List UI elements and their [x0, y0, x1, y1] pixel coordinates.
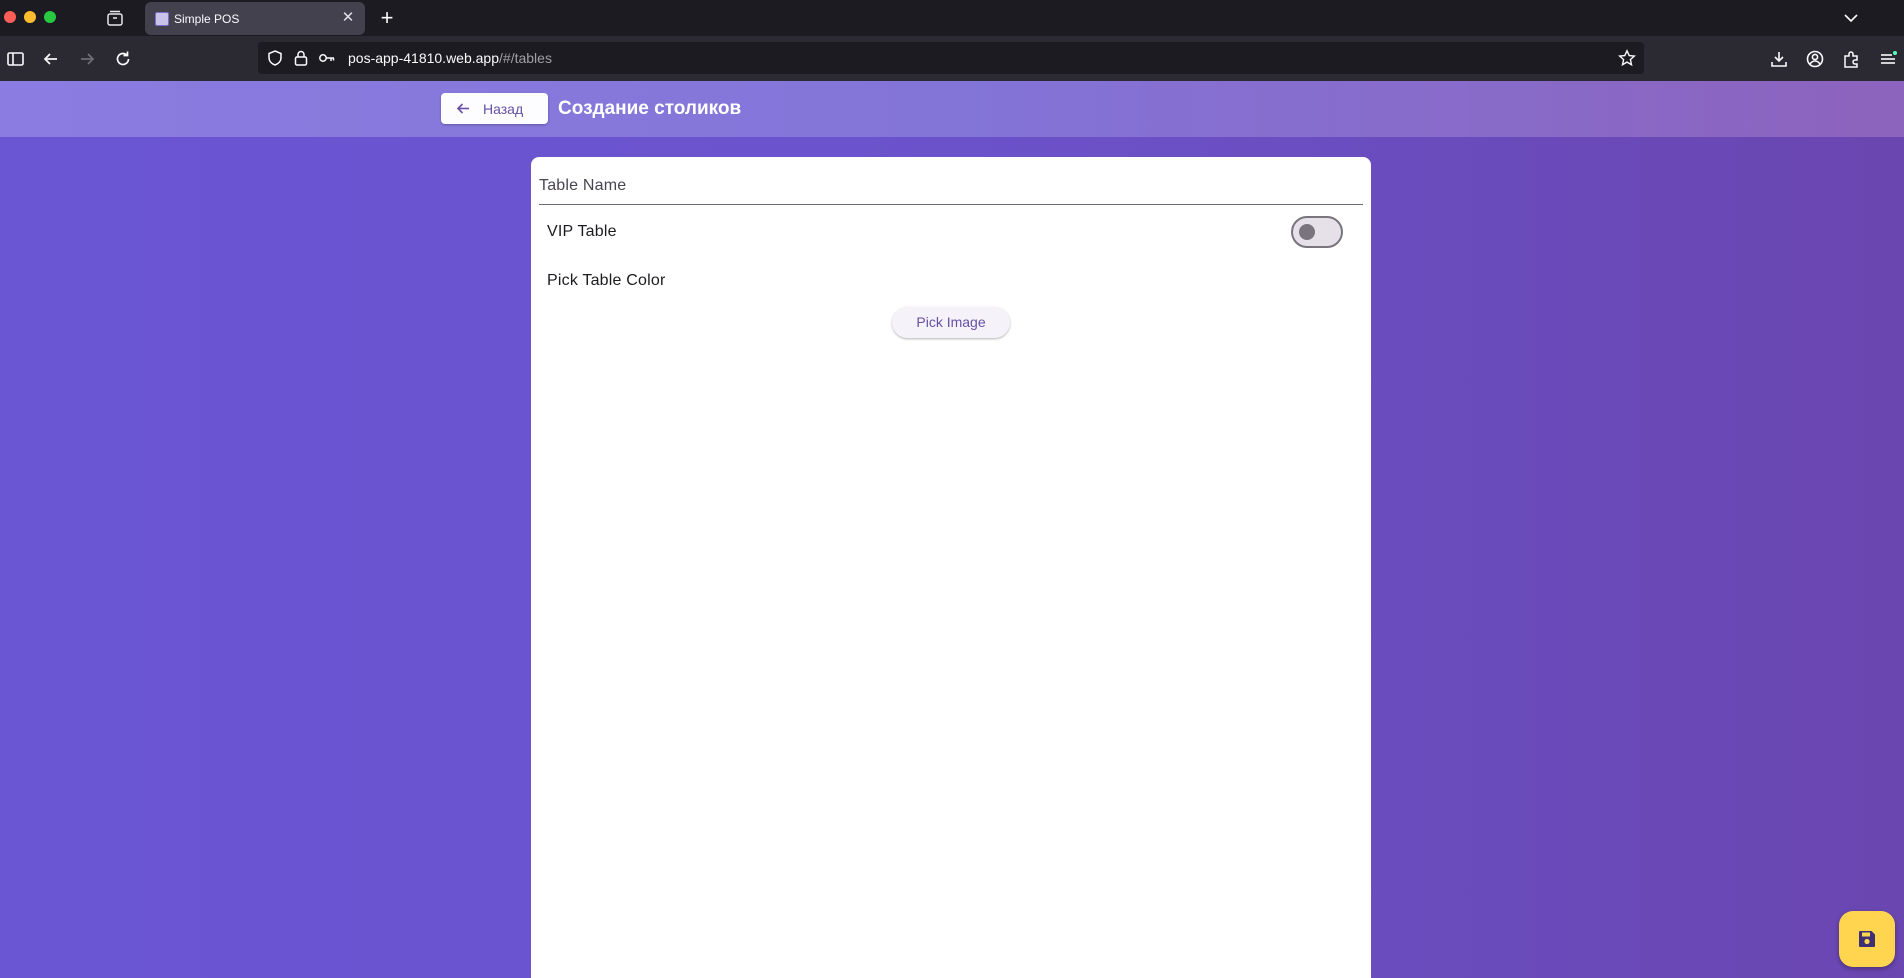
chevron-down-icon[interactable]	[1842, 9, 1860, 27]
pick-image-button[interactable]: Pick Image	[892, 307, 1010, 338]
page-title: Создание столиков	[558, 98, 742, 119]
switch-thumb	[1299, 224, 1315, 240]
save-fab-button[interactable]	[1839, 911, 1895, 967]
new-tab-button[interactable]: +	[377, 6, 397, 30]
shield-icon[interactable]	[266, 49, 284, 67]
app-bar: Назад Создание столиков	[0, 81, 1904, 137]
window-maximize-button[interactable]	[44, 11, 56, 23]
url-host: pos-app-41810.web.app	[348, 50, 500, 66]
window-minimize-button[interactable]	[24, 11, 36, 23]
pick-table-color-label[interactable]: Pick Table Color	[547, 272, 666, 290]
url-text: pos-app-41810.web.app/#/tables	[348, 50, 552, 66]
app-viewport: Назад Создание столиков Table Name VIP T…	[0, 81, 1904, 978]
save-icon	[1857, 929, 1877, 949]
browser-nav-bar: pos-app-41810.web.app/#/tables	[0, 36, 1904, 81]
extensions-icon[interactable]	[1841, 49, 1861, 69]
table-name-placeholder: Table Name	[539, 177, 627, 194]
account-icon[interactable]	[1805, 49, 1825, 69]
sidebar-toggle-icon[interactable]	[6, 49, 26, 69]
browser-tab-strip: Simple POS ✕ +	[0, 0, 1904, 36]
back-button-label: Назад	[483, 101, 524, 117]
back-arrow-icon[interactable]	[41, 49, 61, 69]
url-path: /#/tables	[499, 50, 552, 66]
tab-close-icon[interactable]: ✕	[339, 9, 357, 27]
table-form-card: Table Name VIP Table Pick Table Color Pi…	[531, 157, 1371, 978]
lock-icon[interactable]	[292, 49, 310, 67]
forward-arrow-icon[interactable]	[77, 49, 97, 69]
arrow-left-icon	[456, 101, 471, 116]
window-close-button[interactable]	[4, 11, 16, 23]
key-icon[interactable]	[318, 49, 336, 67]
back-button[interactable]: Назад	[441, 93, 548, 124]
vip-table-label: VIP Table	[547, 223, 617, 240]
table-name-input[interactable]: Table Name	[539, 169, 1363, 205]
browser-tab-active[interactable]: Simple POS ✕	[145, 2, 365, 35]
vip-table-switch[interactable]	[1291, 216, 1343, 248]
tab-overview-icon[interactable]	[106, 9, 124, 27]
menu-icon[interactable]	[1878, 49, 1898, 69]
tab-favicon-icon	[155, 12, 169, 26]
url-bar[interactable]: pos-app-41810.web.app/#/tables	[258, 42, 1644, 74]
tab-title: Simple POS	[174, 12, 240, 26]
reload-icon[interactable]	[113, 49, 133, 69]
downloads-icon[interactable]	[1769, 49, 1789, 69]
star-icon[interactable]	[1618, 49, 1636, 67]
